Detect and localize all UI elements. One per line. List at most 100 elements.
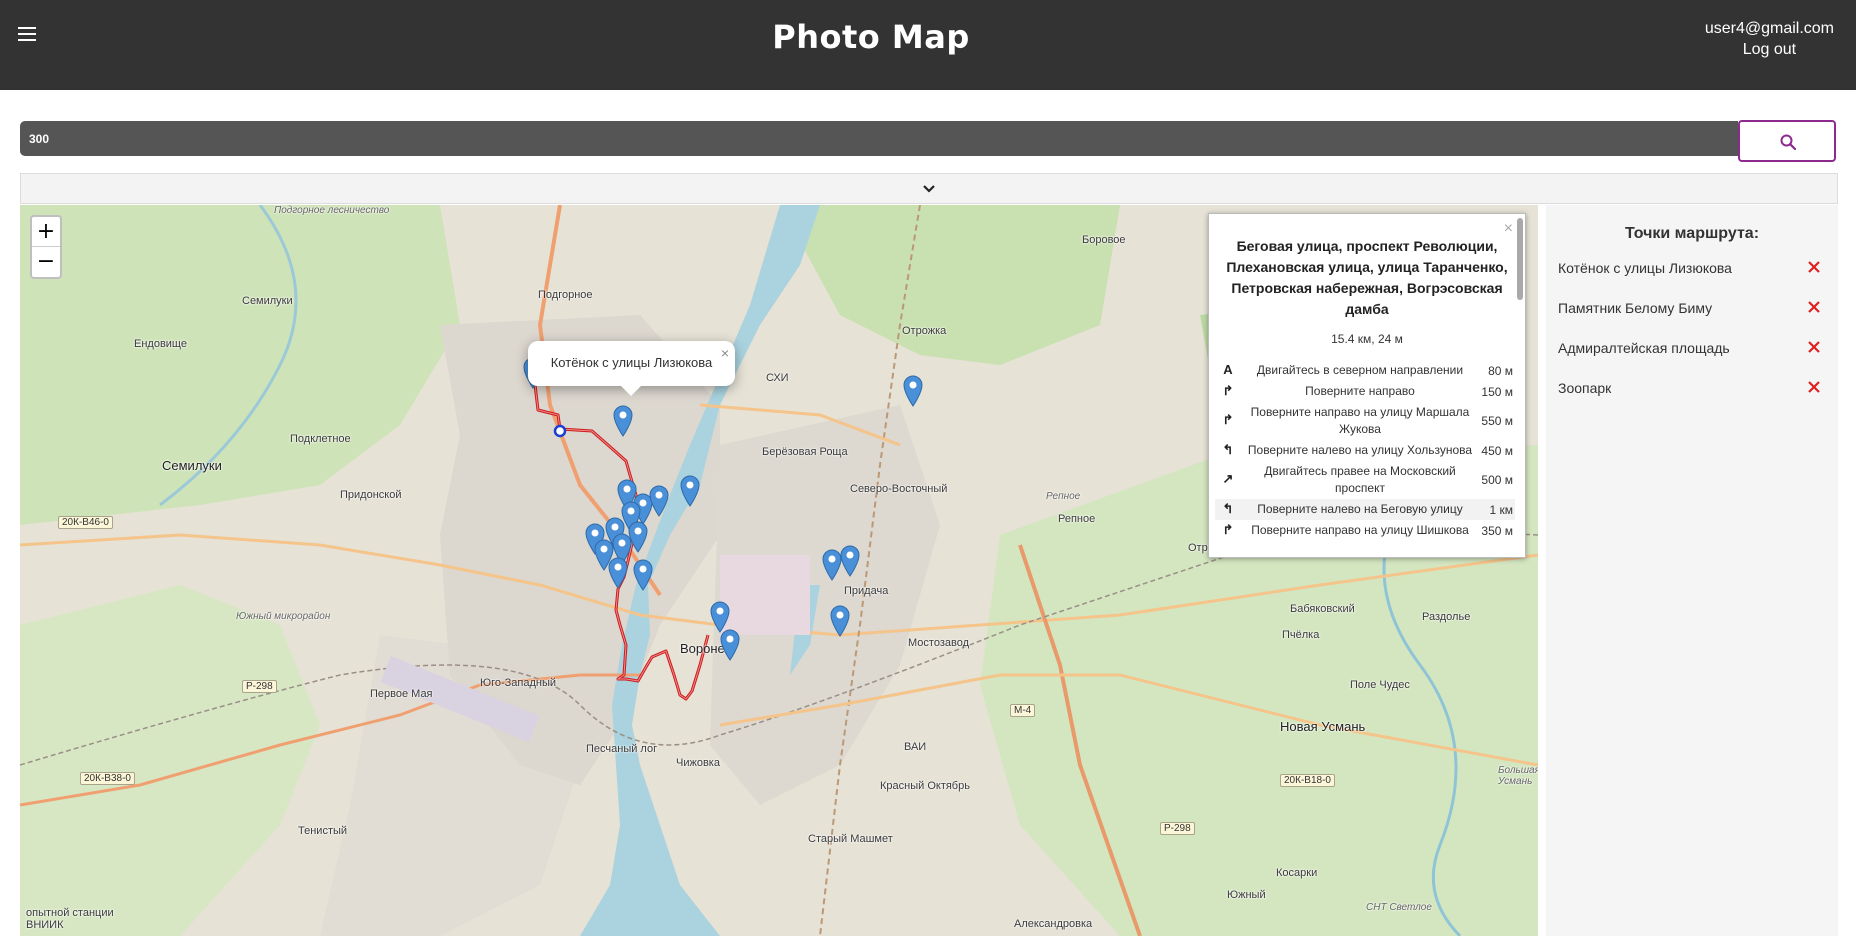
step-distance: 550 м: [1481, 414, 1513, 428]
step-text: Двигайтесь в северном направлении: [1256, 363, 1464, 377]
search-icon: [1780, 134, 1796, 150]
map-label: Подгорное лесничество: [274, 205, 390, 216]
map-label: Репное: [1046, 491, 1081, 502]
remove-icon[interactable]: [1806, 339, 1822, 355]
waypoint-item[interactable]: Котёнок с улицы Лизюкова: [1546, 253, 1838, 293]
map-label: Ендовище: [134, 338, 187, 350]
step-text: Поверните налево на Беговую улицу: [1257, 502, 1463, 516]
zoom-in-button[interactable]: +: [32, 217, 60, 247]
route-step[interactable]: A Двигайтесь в северном направлении 80 м: [1215, 360, 1515, 381]
map-label: Юго-Западный: [480, 677, 557, 689]
photo-marker-icon[interactable]: [680, 475, 700, 507]
route-steps: A Двигайтесь в северном направлении 80 м…: [1209, 360, 1525, 541]
step-distance: 500 м: [1481, 473, 1513, 487]
map-label: опытной станции ВНИИК: [26, 907, 114, 931]
route-step[interactable]: ↱ Поверните направо 150 м: [1215, 381, 1515, 402]
map-label: Старый Машмет: [808, 833, 893, 845]
waypoints-sidebar: Точки маршрута: Котёнок с улицы Лизюкова…: [1546, 205, 1838, 936]
route-step[interactable]: ↱ Поверните направо на улицу Маршала Жук…: [1215, 402, 1515, 440]
map-label: Косарки: [1276, 867, 1318, 879]
marker-popup: × Котёнок с улицы Лизюкова: [528, 341, 735, 396]
filters-collapse-toggle[interactable]: [20, 173, 1838, 204]
map-label: СХИ: [766, 372, 789, 384]
close-icon[interactable]: ×: [721, 345, 729, 361]
waypoint-name: Зоопарк: [1558, 380, 1612, 396]
map-label: Боровое: [1082, 234, 1126, 246]
waypoint-name: Котёнок с улицы Лизюкова: [1558, 260, 1732, 276]
remove-icon[interactable]: [1806, 259, 1822, 275]
road-shield: М-4: [1010, 704, 1036, 717]
photo-marker-icon[interactable]: [649, 485, 669, 517]
zoom-control: + −: [30, 215, 62, 279]
road-shield: 20К-В38-0: [80, 772, 135, 785]
turn-right-icon: ↱: [1222, 521, 1234, 537]
slight-right-icon: ↗: [1222, 471, 1234, 486]
map-label: Чижовка: [676, 757, 720, 769]
route-title: Беговая улица, проспект Революции, Плеха…: [1226, 238, 1508, 317]
turn-right-icon: ↱: [1222, 382, 1234, 398]
app-title: Photo Map: [772, 18, 970, 56]
photo-marker-icon[interactable]: [830, 605, 850, 637]
remove-icon[interactable]: [1806, 379, 1822, 395]
step-distance: 1 км: [1489, 502, 1513, 517]
remove-icon[interactable]: [1806, 299, 1822, 315]
map-label: СНТ Светлое: [1366, 902, 1432, 913]
map-label: Песчаный лог: [586, 743, 658, 755]
waypoint-name: Адмиралтейская площадь: [1558, 340, 1730, 356]
photo-marker-icon[interactable]: [903, 375, 923, 407]
waypoint-list: Котёнок с улицы Лизюкова Памятник Белому…: [1546, 253, 1838, 413]
map-label: Придонской: [340, 489, 402, 501]
route-step[interactable]: ↱ Поверните направо на улицу Шишкова 350…: [1215, 520, 1515, 541]
route-step[interactable]: ↗ Двигайтесь правее на Московский проспе…: [1215, 461, 1515, 499]
photo-marker-icon[interactable]: [628, 521, 648, 553]
start-icon: A: [1223, 361, 1233, 377]
step-text: Поверните направо на улицу Шишкова: [1251, 523, 1469, 537]
route-step[interactable]: ↰ Поверните налево на Беговую улицу 1 км: [1215, 499, 1515, 520]
step-text: Поверните направо на улицу Маршала Жуков…: [1250, 405, 1470, 436]
photo-marker-icon[interactable]: [633, 559, 653, 591]
user-box: user4@gmail.com Log out: [1705, 18, 1834, 60]
zoom-out-button[interactable]: −: [32, 247, 60, 277]
map-label: Мостозавод: [908, 637, 969, 649]
route-instructions-panel[interactable]: × Беговая улица, проспект Революции, Пле…: [1208, 213, 1526, 558]
map-label: Южный микрорайон: [236, 611, 331, 622]
map-label: Тенистый: [298, 825, 348, 837]
scrollbar[interactable]: [1517, 218, 1523, 300]
map-label: Поле Чудес: [1350, 679, 1410, 691]
map-label: Репное: [1058, 513, 1096, 525]
search-button[interactable]: [1738, 120, 1836, 162]
step-distance: 350 м: [1481, 523, 1513, 538]
close-icon[interactable]: ×: [1504, 220, 1513, 238]
waypoint-name: Памятник Белому Биму: [1558, 300, 1713, 316]
waypoint-item[interactable]: Зоопарк: [1546, 373, 1838, 413]
waypoint-item[interactable]: Памятник Белому Биму: [1546, 293, 1838, 333]
photo-marker-icon[interactable]: [613, 405, 633, 437]
map-label: Придача: [844, 585, 889, 597]
sidebar-title: Точки маршрута:: [1624, 225, 1760, 242]
chevron-down-icon: [923, 185, 935, 193]
map-label: Красный Октябрь: [880, 780, 970, 792]
road-shield: 20К-В46-0: [58, 516, 113, 529]
photo-marker-icon[interactable]: [840, 545, 860, 577]
map-label: Большая Усмань: [1498, 765, 1538, 787]
map-label: Подклетное: [290, 433, 351, 445]
turn-left-icon: ↰: [1222, 500, 1234, 516]
map-label: Александровка: [1014, 918, 1093, 930]
route-step[interactable]: ↰ Поверните налево на улицу Хользунова 4…: [1215, 440, 1515, 461]
map-view[interactable]: Подгорное лесничество Семилуки Ендовище …: [20, 205, 1538, 936]
route-summary: 15.4 км, 24 м: [1331, 332, 1403, 346]
waypoint-item[interactable]: Адмиралтейская площадь: [1546, 333, 1838, 373]
photo-marker-icon[interactable]: [822, 549, 842, 581]
map-label: Пчёлка: [1282, 629, 1320, 641]
step-text: Двигайтесь правее на Московский проспект: [1264, 464, 1456, 495]
photo-marker-icon[interactable]: [720, 629, 740, 661]
map-label: Отрожка: [902, 325, 947, 337]
map-label: Северо-Восточный: [850, 483, 948, 495]
logout-link[interactable]: Log out: [1705, 39, 1834, 60]
turn-right-icon: ↱: [1222, 412, 1234, 427]
map-label: Раздолье: [1422, 611, 1471, 623]
photo-marker-icon[interactable]: [608, 557, 628, 589]
map-label: Новая Усмань: [1280, 719, 1366, 734]
turn-left-icon: ↰: [1222, 441, 1234, 457]
search-input[interactable]: [20, 121, 1738, 156]
